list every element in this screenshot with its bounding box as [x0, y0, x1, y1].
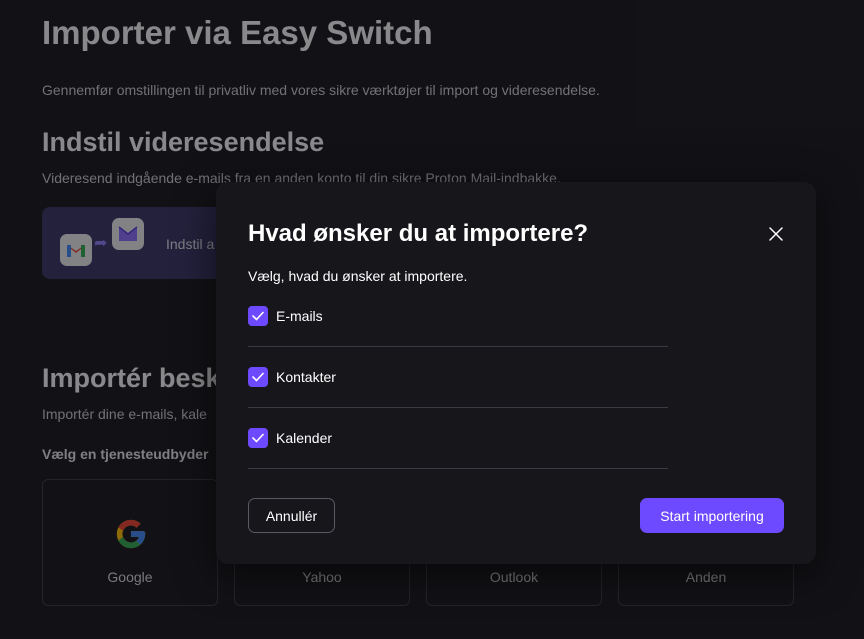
checkmark-icon: [252, 433, 264, 443]
option-row-contacts: Kontakter: [248, 357, 668, 408]
modal-title: Hvad ønsker du at importere?: [248, 220, 589, 247]
start-import-button[interactable]: Start importering: [640, 498, 784, 533]
emails-label: E-mails: [276, 308, 323, 324]
modal-subtitle: Vælg, hvad du ønsker at importere.: [248, 268, 468, 284]
checkmark-icon: [252, 311, 264, 321]
close-button[interactable]: [764, 222, 788, 246]
cancel-button[interactable]: Annullér: [248, 498, 335, 533]
import-options-modal: Hvad ønsker du at importere? Vælg, hvad …: [216, 182, 816, 564]
contacts-checkbox[interactable]: [248, 367, 268, 387]
calendar-label: Kalender: [276, 430, 333, 446]
option-row-calendar: Kalender: [248, 418, 668, 469]
calendar-checkbox[interactable]: [248, 428, 268, 448]
contacts-label: Kontakter: [276, 369, 336, 385]
checkmark-icon: [252, 372, 264, 382]
close-icon: [769, 227, 783, 241]
emails-checkbox[interactable]: [248, 306, 268, 326]
option-row-emails: E-mails: [248, 296, 668, 347]
